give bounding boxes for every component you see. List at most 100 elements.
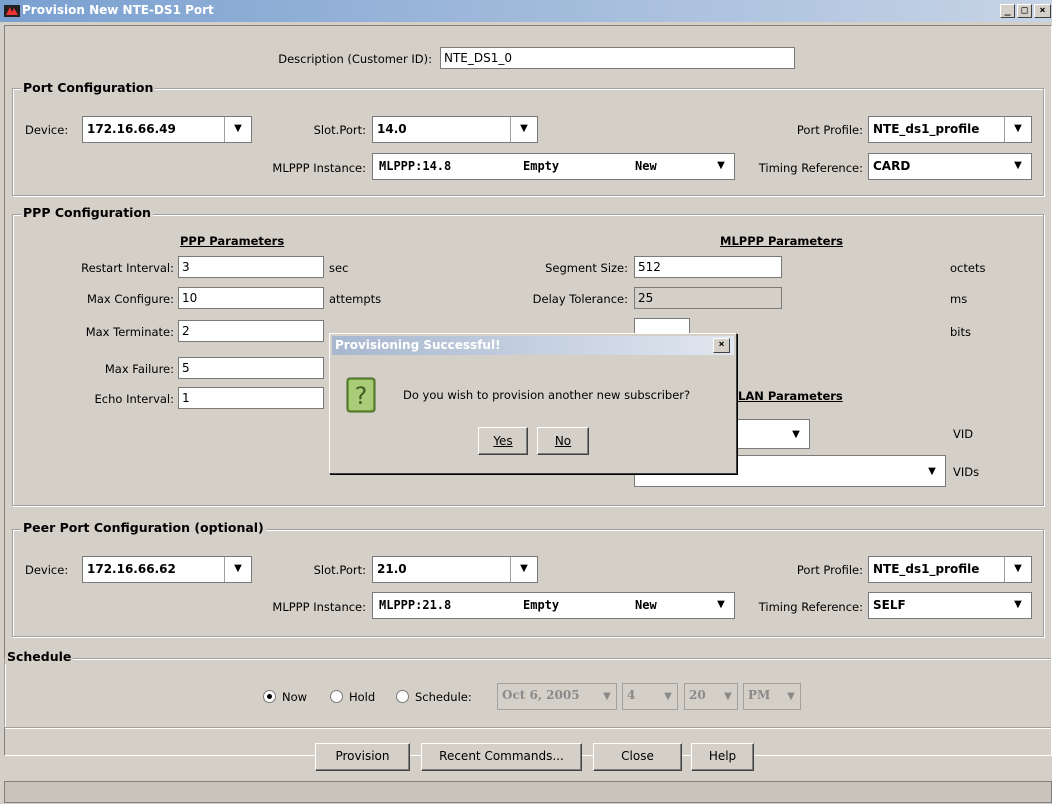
segment-size-field[interactable]: 512 (634, 256, 782, 278)
close-button[interactable]: Close (593, 743, 682, 771)
provision-button[interactable]: Provision (315, 743, 410, 771)
sequence-bits-unit: bits (950, 325, 971, 339)
window-title: Provision New NTE-DS1 Port (22, 3, 214, 17)
schedule-hour-select[interactable]: 4 ▼ (622, 683, 678, 710)
peer-timing-reference-select[interactable]: SELF ▼ (868, 592, 1032, 619)
mlppp-instance-select[interactable]: MLPPP:14.8 Empty New ▼ (372, 153, 735, 180)
dialog-yes-button[interactable]: Yes (478, 427, 528, 455)
max-failure-field[interactable]: 5 (178, 357, 324, 379)
max-configure-unit: attempts (329, 292, 382, 306)
restart-interval-field[interactable]: 3 (178, 256, 324, 278)
svg-text:?: ? (355, 382, 368, 410)
echo-interval-field[interactable]: 1 (178, 387, 324, 409)
peer-mlppp-instance-select[interactable]: MLPPP:21.8 Empty New ▼ (372, 592, 735, 619)
peer-config-group (12, 529, 1044, 637)
dialog-yes-label: Yes (493, 434, 513, 448)
dropdown-arrow-icon[interactable]: ▼ (719, 684, 737, 709)
peer-config-title: Peer Port Configuration (optional) (21, 520, 266, 535)
app-icon (4, 3, 20, 19)
dropdown-arrow-icon[interactable]: ▼ (659, 684, 677, 709)
peer-port-profile-label: Port Profile: (796, 563, 863, 577)
minimize-button[interactable]: _ (1000, 4, 1015, 18)
peer-mlppp-state: Empty (523, 598, 560, 612)
hold-label: Hold (349, 690, 376, 704)
hold-radio[interactable] (330, 690, 343, 703)
ppp-parameters-header: PPP Parameters (180, 234, 285, 248)
dialog-close-button[interactable]: × (713, 338, 730, 353)
maximize-button[interactable]: □ (1017, 4, 1032, 18)
description-field[interactable]: NTE_DS1_0 (440, 47, 795, 69)
dialog-no-label: No (554, 434, 572, 448)
max-terminate-label: Max Terminate: (85, 325, 174, 339)
peer-device-select[interactable]: 172.16.66.62 ▼ (82, 556, 252, 583)
port-profile-select[interactable]: NTE_ds1_profile ▼ (868, 116, 1032, 143)
schedule-ampm-value: PM (748, 688, 771, 702)
dropdown-arrow-icon[interactable]: ▼ (598, 684, 616, 709)
schedule-hour-value: 4 (627, 688, 636, 702)
provisioning-dialog: Provisioning Successful! × ? Do you wish… (329, 333, 737, 474)
slot-port-label: Slot.Port: (313, 123, 366, 137)
max-terminate-field[interactable]: 2 (178, 320, 324, 342)
max-configure-label: Max Configure: (86, 292, 174, 306)
close-window-button[interactable]: × (1034, 4, 1051, 18)
dropdown-arrow-icon[interactable]: ▼ (510, 117, 537, 142)
mlppp-id: MLPPP:14.8 (379, 159, 452, 173)
now-radio[interactable] (263, 690, 276, 703)
dropdown-arrow-icon[interactable]: ▼ (1005, 154, 1031, 179)
timing-reference-label: Timing Reference: (758, 161, 863, 175)
peer-port-profile-value: NTE_ds1_profile (873, 562, 980, 576)
mlppp-parameters-header: MLPPP Parameters (720, 234, 843, 248)
schedule-ampm-select[interactable]: PM ▼ (743, 683, 801, 710)
dropdown-arrow-icon[interactable]: ▼ (224, 557, 251, 582)
dropdown-arrow-icon[interactable]: ▼ (1004, 117, 1031, 142)
delay-tolerance-unit: ms (950, 292, 968, 306)
max-configure-field[interactable]: 10 (178, 287, 324, 309)
dropdown-arrow-icon[interactable]: ▼ (510, 557, 537, 582)
restart-interval-unit: sec (329, 261, 349, 275)
device-select[interactable]: 172.16.66.49 ▼ (82, 116, 252, 143)
mlppp-state: Empty (523, 159, 560, 173)
question-icon: ? (346, 376, 376, 414)
segment-size-unit: octets (950, 261, 986, 275)
radio-selected-dot (267, 694, 272, 699)
port-config-title: Port Configuration (21, 80, 156, 95)
vlan-parameters-header: LAN Parameters (738, 389, 843, 403)
slot-port-select[interactable]: 14.0 ▼ (372, 116, 538, 143)
schedule-minute-value: 20 (689, 688, 706, 702)
peer-mlppp-status: New (635, 598, 657, 612)
timing-reference-select[interactable]: CARD ▼ (868, 153, 1032, 180)
peer-mlppp-instance-label: MLPPP Instance: (272, 600, 366, 614)
delay-tolerance-label: Delay Tolerance: (532, 292, 628, 306)
peer-slot-port-label: Slot.Port: (313, 563, 366, 577)
dropdown-arrow-icon[interactable]: ▼ (708, 593, 734, 618)
timing-reference-value: CARD (873, 159, 911, 173)
schedule-radio[interactable] (396, 690, 409, 703)
delay-tolerance-field[interactable]: 25 (634, 287, 782, 309)
peer-device-value: 172.16.66.62 (87, 562, 176, 576)
dropdown-arrow-icon[interactable]: ▼ (1005, 593, 1031, 618)
peer-device-label: Device: (25, 563, 69, 577)
schedule-label: Schedule: (415, 690, 472, 704)
peer-port-profile-select[interactable]: NTE_ds1_profile ▼ (868, 556, 1032, 583)
recent-commands-button[interactable]: Recent Commands... (421, 743, 582, 771)
dropdown-arrow-icon[interactable]: ▼ (782, 684, 800, 709)
mlppp-instance-label: MLPPP Instance: (272, 161, 366, 175)
port-profile-value: NTE_ds1_profile (873, 122, 980, 136)
dropdown-arrow-icon[interactable]: ▼ (1004, 557, 1031, 582)
schedule-minute-select[interactable]: 20 ▼ (684, 683, 738, 710)
dropdown-arrow-icon[interactable]: ▼ (224, 117, 251, 142)
dialog-no-button[interactable]: No (537, 427, 589, 455)
dropdown-arrow-icon[interactable]: ▼ (919, 456, 945, 486)
peer-timing-reference-label: Timing Reference: (758, 600, 863, 614)
restart-interval-label: Restart Interval: (81, 261, 174, 275)
schedule-title: Schedule (5, 649, 74, 664)
slot-port-value: 14.0 (377, 122, 407, 136)
schedule-date-select[interactable]: Oct 6, 2005 ▼ (497, 683, 617, 710)
max-failure-label: Max Failure: (104, 362, 174, 376)
status-bar (4, 781, 1052, 803)
dropdown-arrow-icon[interactable]: ▼ (783, 420, 809, 448)
peer-slot-port-value: 21.0 (377, 562, 407, 576)
peer-slot-port-select[interactable]: 21.0 ▼ (372, 556, 538, 583)
help-button[interactable]: Help (691, 743, 754, 771)
dropdown-arrow-icon[interactable]: ▼ (708, 154, 734, 179)
